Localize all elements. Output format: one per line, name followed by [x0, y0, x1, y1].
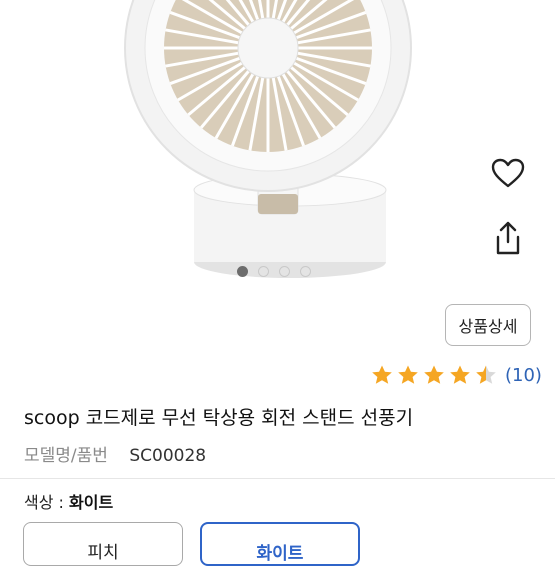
model-value: SC00028: [129, 446, 207, 466]
star-icon: [398, 365, 418, 384]
share-icon: [496, 221, 520, 255]
share-button[interactable]: [488, 218, 528, 258]
color-option-row: 색상 : 화이트: [24, 489, 113, 513]
divider: [0, 478, 555, 479]
rating-row[interactable]: (10): [371, 364, 542, 386]
model-number-row: 모델명/품번 SC00028: [24, 441, 206, 466]
product-detail-button[interactable]: 상품상세: [445, 304, 531, 346]
star-rating: [371, 364, 501, 386]
favorite-button[interactable]: [488, 153, 528, 193]
gallery-dot[interactable]: [237, 266, 248, 277]
review-count[interactable]: (10): [505, 365, 542, 386]
gallery-dot[interactable]: [300, 266, 311, 277]
gallery-dot[interactable]: [279, 266, 290, 277]
fan-illustration: [124, 0, 412, 278]
star-icon: [372, 365, 392, 384]
color-option-white[interactable]: 화이트: [200, 522, 360, 566]
gallery-indicator: [237, 266, 311, 277]
product-image[interactable]: [0, 0, 555, 290]
option-selected-value: 화이트: [69, 493, 114, 512]
model-label: 모델명/품번: [24, 446, 108, 466]
option-label: 색상 :: [24, 493, 70, 512]
star-icon: [450, 365, 470, 384]
star-icon: [424, 365, 444, 384]
heart-icon: [491, 158, 525, 188]
color-option-peach[interactable]: 피치: [23, 522, 183, 566]
star-icon: [476, 365, 496, 384]
product-title: scoop 코드제로 무선 탁상용 회전 스탠드 선풍기: [24, 407, 414, 429]
gallery-dot[interactable]: [258, 266, 269, 277]
